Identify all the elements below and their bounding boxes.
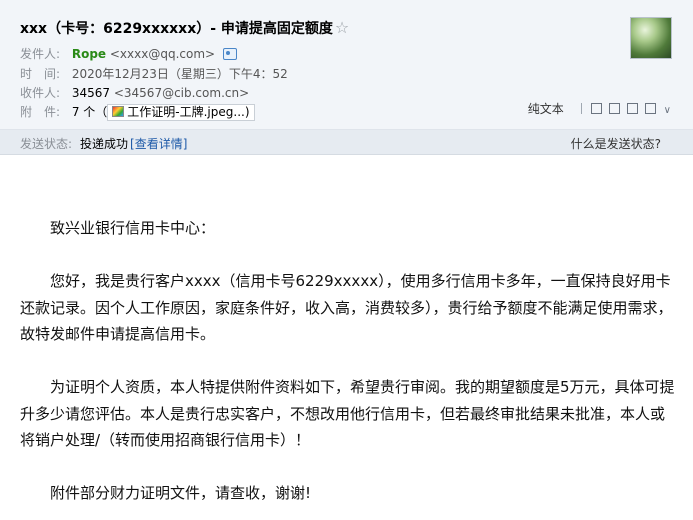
mail-subject: xxx（卡号：6229xxxxxx）- 申请提高固定额度 ☆ [20,18,349,38]
paragraph-3: 附件部分财力证明文件，请查收，谢谢! [50,484,312,502]
recipient-name[interactable]: 34567 [72,86,110,100]
status-value: 投递成功 [80,137,129,151]
mail-body: 致兴业银行信用卡中心： 您好，我是贵行客户xxxx（信用卡号6229xxxxx）… [20,215,675,520]
time-row: 时 间: 2020年12月23日（星期三）下午4：52 [20,65,288,83]
image-file-icon [112,106,125,117]
avatar[interactable] [630,17,672,59]
time-value: 2020年12月23日（星期三）下午4：52 [71,67,288,81]
sender-address: <xxxx@qq.com> [109,47,216,61]
send-status-bar: 发送状态: 投递成功 [查看详情] 什么是发送状态? [0,130,693,155]
status-value-group: 投递成功 [查看详情] [80,135,187,152]
mail-header: xxx（卡号：6229xxxxxx）- 申请提高固定额度 ☆ 发件人: Rope … [0,0,693,130]
paragraph-1: 您好，我是贵行客户xxxx（信用卡号6229xxxxx），使用多行信用卡多年，一… [20,272,673,343]
print-icon[interactable] [644,103,656,114]
recipient-address: <34567@cib.com.cn> [113,86,250,100]
recipient-row: 收件人: 34567 <34567@cib.com.cn> [20,84,249,102]
plain-text-button[interactable]: 纯文本 [528,102,564,116]
recipient-label: 收件人: [20,86,61,100]
attachment-label: 附 件: [20,105,61,119]
contact-card-icon[interactable] [222,48,237,60]
greeting: 致兴业银行信用卡中心： [50,219,216,237]
sender-label: 发件人: [20,47,61,61]
attachment-count[interactable]: 7 个（ [72,105,107,119]
time-label: 时 间: [20,67,61,81]
attachment-chip[interactable]: 工作证明-工牌.jpeg...) [107,104,255,121]
reply-icon[interactable] [609,103,621,114]
star-icon[interactable]: ☆ [335,18,349,37]
status-help-link[interactable]: 什么是发送状态? [571,135,661,152]
attachment-name: 工作证明-工牌.jpeg...) [127,105,250,119]
subject-text: xxx（卡号：6229xxxxxx）- 申请提高固定额度 [20,21,333,37]
sender-name[interactable]: Rope [72,47,106,61]
forward-icon[interactable] [627,103,639,114]
mail-toolbar: 纯文本 ∨ [528,100,671,117]
paragraph-2: 为证明个人资质，本人特提供附件资料如下，希望贵行审阅。我的期望额度是5万元，具体… [20,378,675,449]
view-details-link[interactable]: [查看详情] [130,137,187,151]
chevron-down-icon[interactable]: ∨ [664,105,671,116]
sender-row: 发件人: Rope <xxxx@qq.com> [20,45,237,63]
attachment-row: 附 件: 7 个（ 工作证明-工牌.jpeg...) [20,103,255,121]
toolbar-divider [580,103,582,114]
new-window-icon[interactable] [591,103,603,114]
status-label: 发送状态: [20,137,73,151]
